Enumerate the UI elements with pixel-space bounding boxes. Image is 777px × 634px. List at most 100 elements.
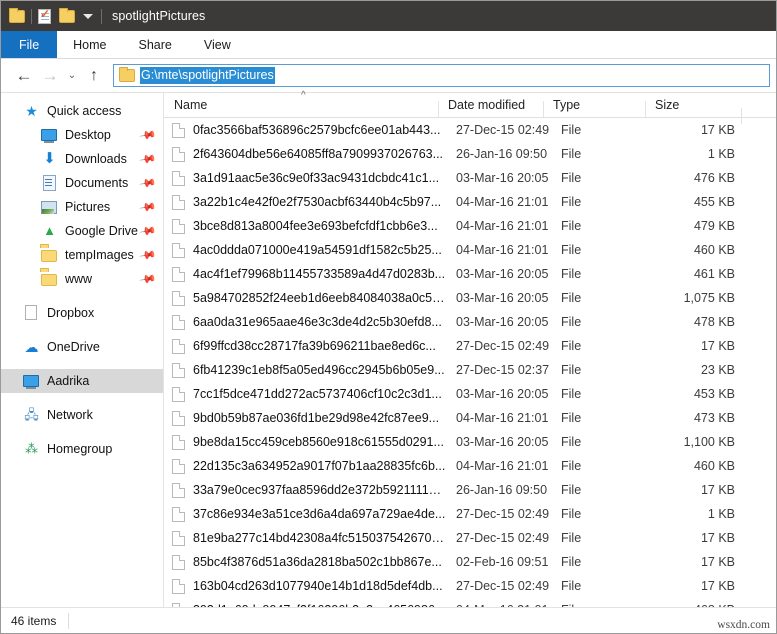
file-icon [172,122,185,138]
file-icon [172,578,185,594]
pin-icon[interactable]: 📌 [139,150,158,169]
star-icon: ★ [25,103,38,119]
column-header-date-modified[interactable]: Date modified [438,98,543,117]
navigation-pane[interactable]: ★ Quick access Desktop 📌 ⬇ Downloads 📌 Document… [1,93,164,607]
table-row[interactable]: 3a22b1c4e42f0e2f7530acbf63440b4c5b97... 0… [164,190,776,214]
sidebar-item-quick-access[interactable]: ★ Quick access [1,99,163,123]
customize-dropdown-icon[interactable] [83,13,93,19]
sidebar-item-onedrive[interactable]: ☁ OneDrive [1,335,163,359]
file-size-cell: 478 KB [693,315,735,329]
table-row[interactable]: 85bc4f3876d51a36da2818ba502c1bb867e... 02… [164,550,776,574]
sidebar-item-network[interactable]: 🖧 Network [1,403,163,427]
tab-home[interactable]: Home [57,31,122,58]
folder-icon[interactable] [9,7,25,23]
table-row[interactable]: 9bd0b59b87ae036fd1be29d98e42fc87ee9... 04… [164,406,776,430]
table-row[interactable]: 6f99ffcd38cc28717fa39b696211bae8ed6c... 2… [164,334,776,358]
column-header-type[interactable]: Type [543,98,645,117]
forward-button[interactable]: → [37,63,63,89]
file-list-pane: ^ Name Date modified Type Size 0fac3566b… [164,90,776,607]
table-row[interactable]: 6fb41239c1eb8f5a05ed496cc2945b6b05e9... 2… [164,358,776,382]
column-header-size[interactable]: Size [645,98,741,117]
file-date-cell: 27-Dec-15 02:49 [456,339,550,353]
toolbar-separator [31,8,32,24]
sidebar-item-aadrika[interactable]: Aadrika [1,369,163,393]
pin-icon[interactable]: 📌 [139,198,158,217]
file-icon [172,218,185,234]
up-button[interactable]: ↑ [81,63,107,89]
sidebar-item-label: Homegroup [47,442,113,456]
file-name-cell: 22d135c3a634952a9017f07b1aa28835fc6b... [193,459,446,473]
sidebar-item-google-drive[interactable]: ▲ Google Drive 📌 [1,219,163,243]
sidebar-item-dropbox[interactable]: Dropbox [1,301,163,325]
sidebar-item-downloads[interactable]: ⬇ Downloads 📌 [1,147,163,171]
file-size-cell: 460 KB [693,459,735,473]
table-row[interactable]: 3a1d91aac5e36c9e0f33ac9431dcbdc41c1... 03… [164,166,776,190]
sidebar-item-label: Google Drive [65,224,138,238]
file-type-cell: File [561,531,582,545]
sidebar-item-label: Network [47,408,93,422]
pin-icon[interactable]: 📌 [139,174,158,193]
sidebar-item-label: www [65,272,93,286]
file-icon [172,266,185,282]
homegroup-icon: ⁂ [25,441,38,456]
sidebar-item-documents[interactable]: Documents 📌 [1,171,163,195]
file-date-cell: 02-Feb-16 09:51 [456,555,549,569]
file-icon [172,194,185,210]
pin-icon[interactable]: 📌 [139,270,158,289]
google-drive-icon: ▲ [43,223,56,238]
table-row[interactable]: 2f643604dbe56e64085ff8a7909937026763... 2… [164,142,776,166]
address-bar: ← → ⌄ ↑ G:\mte\spotlightPictures [1,59,776,93]
ribbon-tabs: File Home Share View [1,31,776,59]
file-size-cell: 17 KB [700,531,735,545]
path-input[interactable]: G:\mte\spotlightPictures [113,64,770,87]
table-row[interactable]: 81e9ba277c14bd42308a4fc5150375426709... 2… [164,526,776,550]
sidebar-item-homegroup[interactable]: ⁂ Homegroup [1,437,163,461]
pin-icon[interactable]: 📌 [139,222,158,241]
table-row[interactable]: 9be8da15cc459ceb8560e918c61555d0291... 03… [164,430,776,454]
tab-view[interactable]: View [188,31,247,58]
sidebar-item-pictures[interactable]: Pictures 📌 [1,195,163,219]
file-size-cell: 461 KB [693,267,735,281]
properties-icon[interactable] [38,7,51,24]
column-header-name[interactable]: Name [164,98,438,112]
sidebar-item-www[interactable]: www 📌 [1,267,163,291]
sidebar-item-label: Desktop [65,128,111,142]
table-row[interactable]: 37c86e934e3a51ce3d6a4da697a729ae4de... 27… [164,502,776,526]
recent-locations-button[interactable]: ⌄ [63,63,81,89]
table-row[interactable]: 7cc1f5dce471dd272ac5737406cf10c2c3d1... 0… [164,382,776,406]
window-title: spotlightPictures [112,9,206,23]
file-size-cell: 17 KB [700,483,735,497]
sidebar-item-desktop[interactable]: Desktop 📌 [1,123,163,147]
file-type-cell: File [561,411,582,425]
file-size-cell: 1 KB [707,147,735,161]
table-row[interactable]: 22d135c3a634952a9017f07b1aa28835fc6b... 0… [164,454,776,478]
table-row[interactable]: 3bce8d813a8004fee3e693befcfdf1cbb6e3... 0… [164,214,776,238]
back-button[interactable]: ← [11,63,37,89]
table-row[interactable]: 393d1a60de9947cf2f16396b3a3ac4656986...0… [164,598,776,607]
file-icon [172,458,185,474]
sidebar-item-label: Aadrika [47,374,90,388]
dropbox-icon [23,305,40,321]
table-row[interactable]: 4ac4f1ef79968b11455733589a4d47d0283b... 0… [164,262,776,286]
onedrive-icon: ☁ [24,339,39,355]
new-folder-icon[interactable] [59,7,75,23]
table-row[interactable]: 163b04cd263d1077940e14b1d18d5def4db... 27… [164,574,776,598]
table-row[interactable]: 4ac0ddda071000e419a54591df1582c5b25... 04… [164,238,776,262]
table-row[interactable]: 6aa0da31e965aae46e3c3de4d2c5b30efd8... 03… [164,310,776,334]
sidebar-item-tempimages[interactable]: tempImages 📌 [1,243,163,267]
table-row[interactable]: 5a984702852f24eeb1d6eeb84084038a0c5e... 0… [164,286,776,310]
table-row[interactable]: 0fac3566baf536896c2579bcfc6ee01ab443... 2… [164,118,776,142]
file-type-cell: File [561,147,582,161]
file-icon [172,434,185,450]
pin-icon[interactable]: 📌 [139,126,158,145]
file-date-cell: 04-Mar-16 21:01 [456,243,549,257]
tab-share[interactable]: Share [123,31,188,58]
file-name-cell: 6aa0da31e965aae46e3c3de4d2c5b30efd8... [193,315,442,329]
sidebar-item-label: Pictures [65,200,111,214]
pin-icon[interactable]: 📌 [139,246,158,265]
table-row[interactable]: 33a79e0cec937faa8596dd2e372b59211114... 2… [164,478,776,502]
tab-file[interactable]: File [1,31,58,58]
file-rows[interactable]: 0fac3566baf536896c2579bcfc6ee01ab443... 2… [164,118,776,607]
